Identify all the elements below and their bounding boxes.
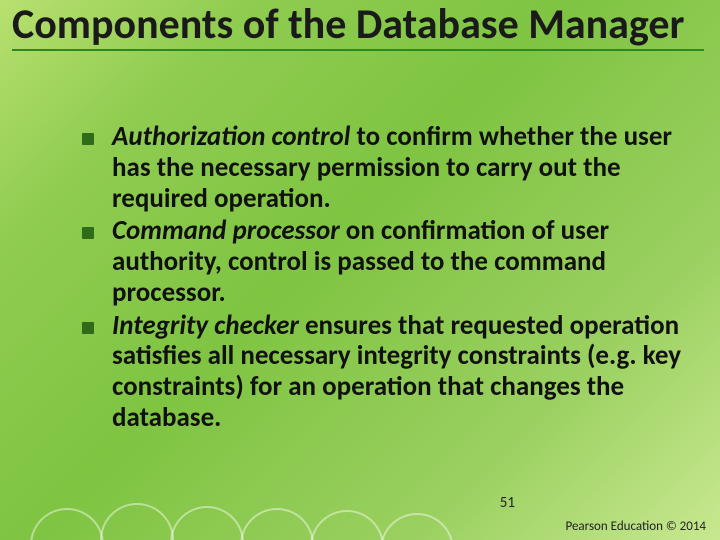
arch-shape xyxy=(100,503,174,540)
arch-shape xyxy=(380,513,454,540)
page-number: 51 xyxy=(500,494,515,512)
bullet-term: Authorization control xyxy=(112,120,350,153)
list-item: Integrity checker ensures that requested… xyxy=(70,311,694,434)
list-item: Command processor on confirmation of use… xyxy=(70,216,694,308)
list-item: Authorization control to confirm whether… xyxy=(70,122,694,214)
arch-shape xyxy=(240,508,314,540)
bullet-term: Command processor xyxy=(112,214,340,247)
arch-shape xyxy=(30,508,104,540)
footer-copyright: Pearson Education © 2014 xyxy=(566,519,707,534)
slide-title: Components of the Database Manager xyxy=(12,2,704,51)
arch-shape xyxy=(310,510,384,540)
slide: Components of the Database Manager Autho… xyxy=(0,0,720,540)
arch-shape xyxy=(170,506,244,540)
bullet-list: Authorization control to confirm whether… xyxy=(70,122,694,436)
bullet-term: Integrity checker xyxy=(112,309,299,342)
